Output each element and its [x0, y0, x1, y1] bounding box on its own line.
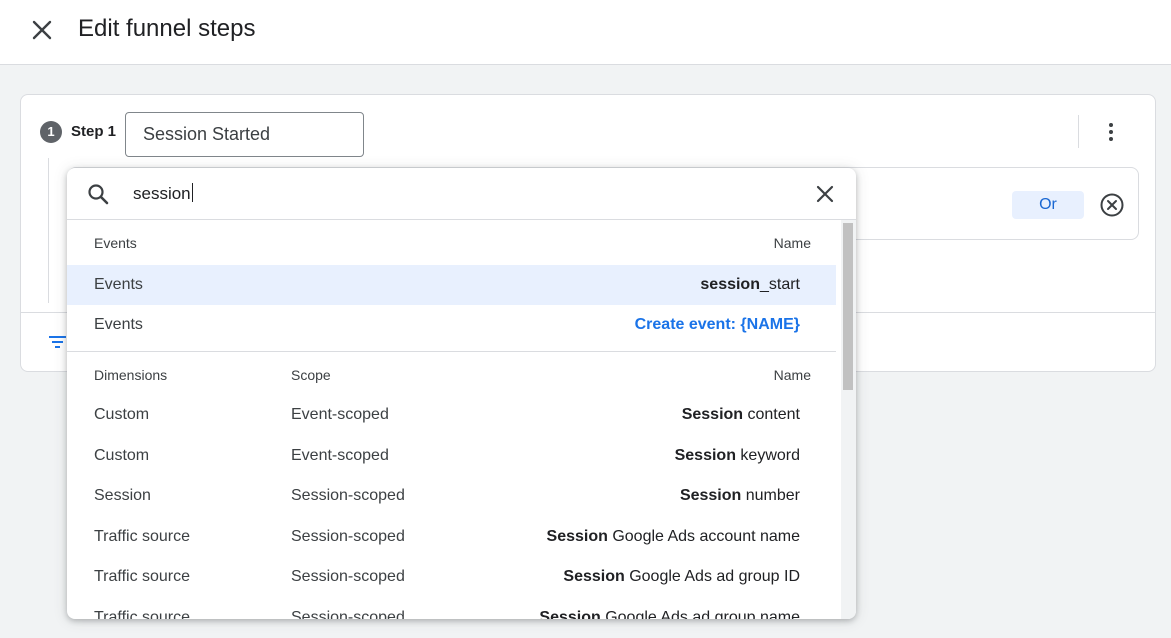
- step-number-badge: 1: [40, 121, 62, 143]
- clear-icon: [816, 185, 834, 203]
- dimension-row[interactable]: Custom Event-scoped Session content: [67, 395, 836, 435]
- create-event-link[interactable]: Create event: {NAME}: [635, 316, 800, 334]
- search-bar: session: [67, 168, 856, 220]
- or-button[interactable]: Or: [1012, 191, 1084, 219]
- more-options-button[interactable]: [1101, 121, 1121, 143]
- search-icon: [88, 184, 109, 205]
- more-vert-icon: [1109, 123, 1113, 127]
- event-search-dropdown: session Events Name Events session_start…: [67, 168, 856, 619]
- step-name-field[interactable]: Session Started: [125, 112, 364, 157]
- step-label: Step 1: [71, 123, 117, 140]
- dimensions-name-header: Name: [773, 367, 811, 383]
- search-query: session: [133, 184, 191, 203]
- events-name-header: Name: [773, 235, 811, 251]
- add-filter-button[interactable]: [49, 335, 67, 349]
- search-input[interactable]: session: [133, 183, 733, 205]
- top-bar: Edit funnel steps: [0, 0, 1171, 65]
- dimension-row[interactable]: Session Session-scoped Session number: [67, 476, 836, 516]
- remove-condition-button[interactable]: [1099, 192, 1125, 218]
- page-title: Edit funnel steps: [78, 15, 256, 42]
- section-divider: [67, 351, 836, 352]
- cancel-circle-icon: [1100, 193, 1124, 217]
- close-button[interactable]: [26, 14, 58, 46]
- dimensions-header: Dimensions: [94, 367, 168, 383]
- dimension-row[interactable]: Traffic source Session-scoped Session Go…: [67, 598, 836, 619]
- event-row[interactable]: Events session_start: [67, 265, 836, 305]
- search-results: Events Name Events session_start Events …: [67, 220, 856, 619]
- dimension-row[interactable]: Custom Event-scoped Session keyword: [67, 436, 836, 476]
- filter-icon: [49, 336, 66, 348]
- header-divider: [1078, 115, 1079, 148]
- step-connector-line: [48, 158, 49, 303]
- close-icon: [32, 20, 52, 40]
- create-event-row[interactable]: Events Create event: {NAME}: [67, 305, 836, 345]
- scrollbar-thumb[interactable]: [843, 223, 853, 390]
- clear-search-button[interactable]: [813, 182, 837, 206]
- dimension-row[interactable]: Traffic source Session-scoped Session Go…: [67, 517, 836, 557]
- scope-header: Scope: [291, 367, 331, 383]
- events-header: Events: [94, 235, 137, 251]
- dimension-row[interactable]: Traffic source Session-scoped Session Go…: [67, 557, 836, 597]
